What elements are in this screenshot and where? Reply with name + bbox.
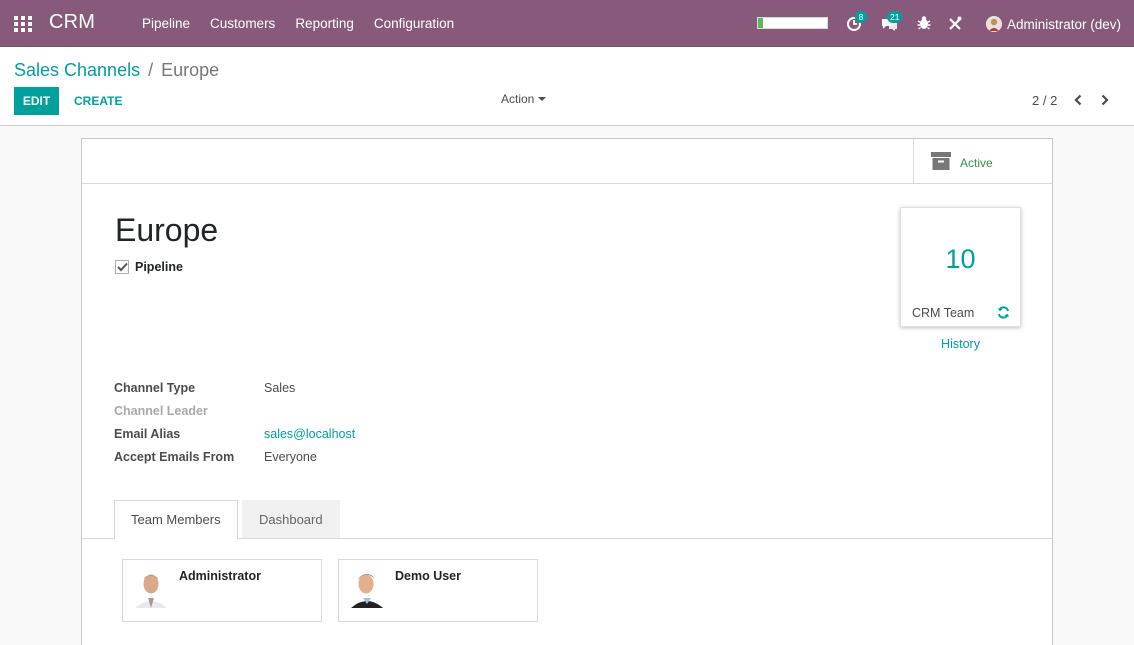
activity-clock-icon[interactable]: 8: [846, 11, 867, 32]
active-label: Active: [960, 156, 993, 170]
action-dropdown[interactable]: Action: [501, 92, 547, 106]
history-link[interactable]: History: [900, 337, 1021, 351]
create-button[interactable]: CREATE: [66, 87, 130, 115]
pipeline-checkbox[interactable]: [115, 260, 129, 274]
member-card-demo-user[interactable]: Demo User: [338, 559, 538, 622]
pager-value: 2 / 2: [1032, 93, 1058, 108]
pipeline-row: Pipeline: [115, 260, 183, 274]
field-label-channel-type: Channel Type: [114, 381, 196, 395]
caret-down-icon: [538, 97, 547, 101]
edit-button[interactable]: EDIT: [14, 87, 59, 115]
app-brand: CRM: [49, 11, 96, 33]
tab-team-members[interactable]: Team Members: [114, 500, 238, 540]
field-value-email-alias[interactable]: sales@localhost: [264, 427, 355, 441]
field-label-channel-leader: Channel Leader: [114, 404, 208, 418]
member-name: Demo User: [395, 569, 461, 583]
menu-pipeline[interactable]: Pipeline: [132, 0, 200, 47]
menu-customers[interactable]: Customers: [200, 0, 285, 47]
apps-icon[interactable]: [14, 16, 32, 32]
menu-configuration[interactable]: Configuration: [364, 0, 464, 47]
refresh-icon[interactable]: [997, 306, 1010, 322]
field-label-accept-emails: Accept Emails From: [114, 450, 235, 464]
active-toggle-button[interactable]: Active: [913, 139, 1052, 183]
messages-badge: 21: [887, 11, 903, 23]
action-label: Action: [501, 92, 535, 106]
archive-box-icon: [931, 152, 951, 173]
button-box: Active: [82, 139, 1052, 184]
chevron-left-icon[interactable]: [1070, 91, 1086, 109]
stat-value: 10: [945, 244, 976, 274]
user-name: Administrator (dev): [1007, 16, 1122, 32]
breadcrumb-sales-channels[interactable]: Sales Channels: [14, 60, 140, 81]
main-menu: Pipeline Customers Reporting Configurati…: [132, 0, 464, 47]
checkmark-icon: [116, 262, 128, 272]
breadcrumb: Sales Channels / Europe: [14, 60, 219, 81]
loading-progress-bar: [757, 17, 828, 29]
field-label-email-alias: Email Alias: [114, 427, 181, 441]
user-avatar: [986, 16, 1002, 32]
pipeline-label: Pipeline: [135, 260, 183, 274]
control-panel: Sales Channels / Europe EDIT CREATE Acti…: [0, 47, 1134, 126]
breadcrumb-separator: /: [148, 60, 154, 80]
member-avatar: [347, 568, 387, 608]
top-navbar: CRM Pipeline Customers Reporting Configu…: [0, 0, 1134, 47]
field-value-accept-emails: Everyone: [264, 450, 317, 464]
user-menu[interactable]: Administrator (dev): [986, 14, 1121, 34]
breadcrumb-current: Europe: [161, 60, 220, 80]
menu-reporting[interactable]: Reporting: [285, 0, 364, 47]
messages-icon[interactable]: 21: [880, 11, 903, 32]
chevron-right-icon[interactable]: [1097, 91, 1113, 109]
record-title: Europe: [115, 212, 219, 248]
tools-icon[interactable]: [947, 14, 965, 32]
bug-icon[interactable]: [916, 14, 934, 32]
activity-badge: 8: [855, 11, 867, 23]
tab-dashboard[interactable]: Dashboard: [242, 500, 340, 539]
member-card-administrator[interactable]: Administrator: [122, 559, 322, 622]
stat-label: CRM Team: [912, 306, 975, 320]
member-avatar: [131, 568, 171, 608]
progress-fill: [758, 18, 763, 28]
crm-team-stat-button[interactable]: 10 CRM Team: [900, 207, 1021, 327]
member-name: Administrator: [179, 569, 261, 583]
form-sheet: Active Europe Pipeline 10 CRM Team Histo…: [81, 138, 1053, 645]
field-value-channel-type: Sales: [264, 381, 296, 395]
